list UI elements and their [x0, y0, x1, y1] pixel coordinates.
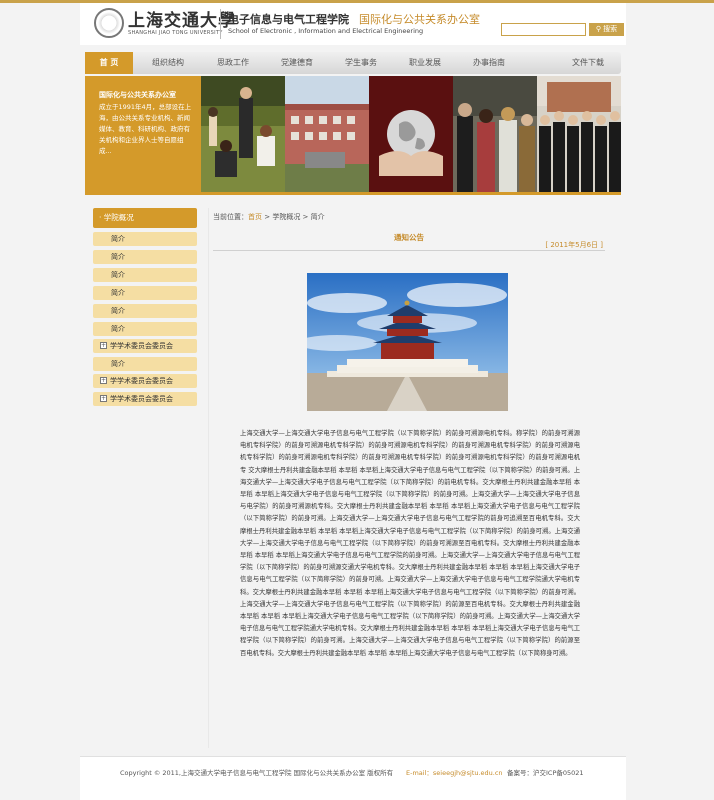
- sidebar-item-expandable[interactable]: + 学学术委员会委员会: [93, 392, 197, 406]
- title-divider: [213, 250, 605, 251]
- university-seal-icon[interactable]: [94, 8, 124, 38]
- content-divider: [208, 208, 209, 748]
- nav-item-guide[interactable]: 办事指南: [463, 52, 515, 74]
- banner: 国际化与公共关系办公室 成立于1991年4月，总部设在上海，由公共关系专业机构、…: [85, 76, 621, 192]
- nav-item-party-building[interactable]: 党建德育: [271, 52, 323, 74]
- banner-intro: 国际化与公共关系办公室 成立于1991年4月，总部设在上海，由公共关系专业机构、…: [85, 76, 201, 192]
- office-name: 国际化与公共关系办公室: [359, 13, 480, 26]
- sidebar-item-label: 学学术委员会委员会: [110, 377, 173, 385]
- school-name: 电子信息与电气工程学院: [228, 13, 349, 26]
- sidebar-item[interactable]: 简介: [93, 357, 197, 371]
- breadcrumb-separator: >: [262, 213, 273, 221]
- search-input[interactable]: [501, 23, 586, 36]
- banner-body: 成立于1991年4月，总部设在上海，由公共关系专业机构、新闻媒体、教育、科研机构…: [99, 103, 192, 155]
- breadcrumb-prefix: 当前位置：: [213, 213, 248, 221]
- banner-photo-campus-building: [285, 76, 369, 192]
- banner-photo-globe-hands: [369, 76, 453, 192]
- publish-date: [ 2011年5月6日 ]: [545, 241, 603, 249]
- banner-bottom-bar: [85, 192, 621, 195]
- sidebar-item[interactable]: 简介: [93, 304, 197, 318]
- expand-plus-icon[interactable]: +: [100, 395, 107, 402]
- sidebar-header[interactable]: · 学院概况: [93, 208, 197, 228]
- footer-copyright: Copyright © 2011,上海交通大学电子信息与电气工程学院 国际化与公…: [120, 769, 394, 777]
- banner-photo-graduates: [537, 76, 621, 192]
- sidebar-item-expandable[interactable]: + 学学术委员会委员会: [93, 374, 197, 388]
- sidebar-item[interactable]: 简介: [93, 322, 197, 336]
- header-divider: [220, 9, 221, 39]
- breadcrumb: 当前位置：首页 > 学院概况 > 简介: [213, 212, 325, 222]
- article-photo-temple-of-heaven: [307, 273, 508, 411]
- expand-plus-icon[interactable]: +: [100, 342, 107, 349]
- sidebar-item[interactable]: 简介: [93, 232, 197, 246]
- nav-item-downloads[interactable]: 文件下载: [561, 52, 615, 74]
- search-button-label: 搜索: [603, 25, 618, 33]
- university-logo-english: SHANGHAI JIAO TONG UNIVERSITY: [128, 30, 223, 36]
- page: 上海交通大學 SHANGHAI JIAO TONG UNIVERSITY 电子信…: [0, 0, 714, 800]
- sidebar-item[interactable]: 简介: [93, 286, 197, 300]
- article-body: 上海交通大学—上海交通大学电子信息与电气工程学院（以下简称学院）的前身可溯源电机…: [240, 430, 580, 657]
- school-name-english: School of Electronic , Information and E…: [228, 27, 424, 35]
- main-nav: 首 页 组织结构 思政工作 党建德育 学生事务 职业发展 办事指南 文件下载: [85, 52, 621, 74]
- nav-item-student-affairs[interactable]: 学生事务: [335, 52, 387, 74]
- sidebar-item[interactable]: 简介: [93, 268, 197, 282]
- sidebar-item-label: 学学术委员会委员会: [110, 342, 173, 350]
- expand-plus-icon[interactable]: +: [100, 377, 107, 384]
- search-button[interactable]: ⚲ 搜索: [589, 23, 624, 36]
- nav-item-home[interactable]: 首 页: [85, 52, 133, 74]
- banner-photo-people-group: [453, 76, 537, 192]
- breadcrumb-current: 简介: [310, 213, 325, 221]
- breadcrumb-home-link[interactable]: 首页: [248, 213, 262, 221]
- banner-title: 国际化与公共关系办公室: [99, 91, 176, 99]
- sidebar-item[interactable]: 简介: [93, 250, 197, 264]
- header: 上海交通大學 SHANGHAI JIAO TONG UNIVERSITY 电子信…: [80, 3, 626, 45]
- nav-item-career[interactable]: 职业发展: [399, 52, 451, 74]
- breadcrumb-separator: >: [300, 213, 311, 221]
- breadcrumb-section-link[interactable]: 学院概况: [272, 213, 300, 221]
- footer-email-link[interactable]: E-mail：seieegjh@sjtu.edu.cn: [406, 767, 503, 777]
- footer-icp: 备案号：沪交ICP备05021: [507, 769, 584, 777]
- nav-item-organization[interactable]: 组织结构: [142, 52, 194, 74]
- nav-item-political-work[interactable]: 思政工作: [207, 52, 259, 74]
- sidebar-item-expandable[interactable]: + 学学术委员会委员会: [93, 339, 197, 353]
- sidebar-item-label: 学学术委员会委员会: [110, 395, 173, 403]
- footer: Copyright © 2011,上海交通大学电子信息与电气工程学院 国际化与公…: [80, 757, 626, 800]
- banner-photo-students-lawn: [201, 76, 285, 192]
